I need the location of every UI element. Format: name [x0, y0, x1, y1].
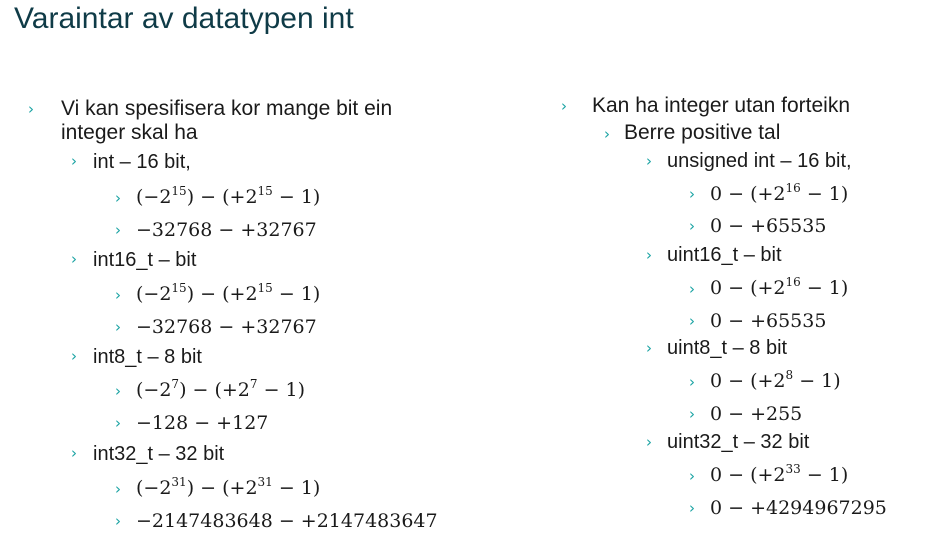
- bullet-icon: ›: [115, 189, 121, 207]
- uint16-range-expression: 0 − (+216 − 1): [710, 275, 849, 299]
- bullet-icon: ›: [71, 152, 77, 170]
- int32-range-numeric: −2147483648 − +2147483647: [136, 510, 438, 532]
- right-subheading: Berre positive tal: [624, 121, 781, 144]
- bullet-icon: ›: [28, 100, 34, 118]
- bullet-icon: ›: [115, 512, 121, 530]
- bullet-icon: ›: [115, 480, 121, 498]
- bullet-icon: ›: [646, 152, 652, 170]
- bullet-icon: ›: [689, 217, 695, 235]
- int-range-expression: (−215) − (+215 − 1): [136, 184, 321, 208]
- right-intro: Kan ha integer utan forteikn: [592, 94, 851, 117]
- unsigned-int-range-numeric: 0 − +65535: [710, 215, 827, 237]
- int8-range-numeric: −128 − +127: [136, 412, 269, 434]
- uint16-range-numeric: 0 − +65535: [710, 310, 827, 332]
- left-intro-line-1: Vi kan spesifisera kor mange bit ein: [61, 97, 393, 120]
- int-range-numeric: −32768 − +32767: [136, 219, 317, 241]
- bullet-icon: ›: [689, 373, 695, 391]
- bullet-icon: ›: [115, 221, 121, 239]
- int8-range-expression: (−27) − (+27 − 1): [136, 377, 306, 401]
- int-label: int – 16 bit,: [93, 151, 191, 173]
- bullet-icon: ›: [71, 444, 77, 462]
- int32-range-expression: (−231) − (+231 − 1): [136, 475, 321, 499]
- uint32-label: uint32_t – 32 bit: [667, 431, 810, 453]
- uint16-label: uint16_t – bit: [667, 244, 782, 266]
- bullet-icon: ›: [646, 246, 652, 264]
- bullet-icon: ›: [115, 382, 121, 400]
- int16-range-numeric: −32768 − +32767: [136, 316, 317, 338]
- slide-title: Varaintar av datatypen int: [14, 2, 354, 35]
- bullet-icon: ›: [689, 467, 695, 485]
- int16-label: int16_t – bit: [93, 249, 197, 271]
- int32-label: int32_t – 32 bit: [93, 443, 225, 465]
- uint32-range-numeric: 0 − +4294967295: [710, 497, 887, 519]
- bullet-icon: ›: [689, 280, 695, 298]
- unsigned-int-range-expression: 0 − (+216 − 1): [710, 181, 849, 205]
- bullet-icon: ›: [689, 499, 695, 517]
- bullet-icon: ›: [115, 286, 121, 304]
- uint8-label: uint8_t – 8 bit: [667, 337, 788, 359]
- uint32-range-expression: 0 − (+233 − 1): [710, 462, 849, 486]
- bullet-icon: ›: [689, 185, 695, 203]
- bullet-icon: ›: [71, 250, 77, 268]
- bullet-icon: ›: [604, 125, 610, 143]
- bullet-icon: ›: [689, 312, 695, 330]
- bullet-icon: ›: [646, 339, 652, 357]
- bullet-icon: ›: [689, 405, 695, 423]
- uint8-range-expression: 0 − (+28 − 1): [710, 368, 841, 392]
- int16-range-expression: (−215) − (+215 − 1): [136, 281, 321, 305]
- bullet-icon: ›: [115, 414, 121, 432]
- bullet-icon: ›: [115, 318, 121, 336]
- uint8-range-numeric: 0 − +255: [710, 403, 803, 425]
- bullet-icon: ›: [646, 433, 652, 451]
- bullet-icon: ›: [561, 97, 567, 115]
- int8-label: int8_t – 8 bit: [93, 346, 202, 368]
- unsigned-int-label: unsigned int – 16 bit,: [667, 150, 852, 172]
- left-intro-line-2: integer skal ha: [61, 121, 198, 144]
- bullet-icon: ›: [71, 347, 77, 365]
